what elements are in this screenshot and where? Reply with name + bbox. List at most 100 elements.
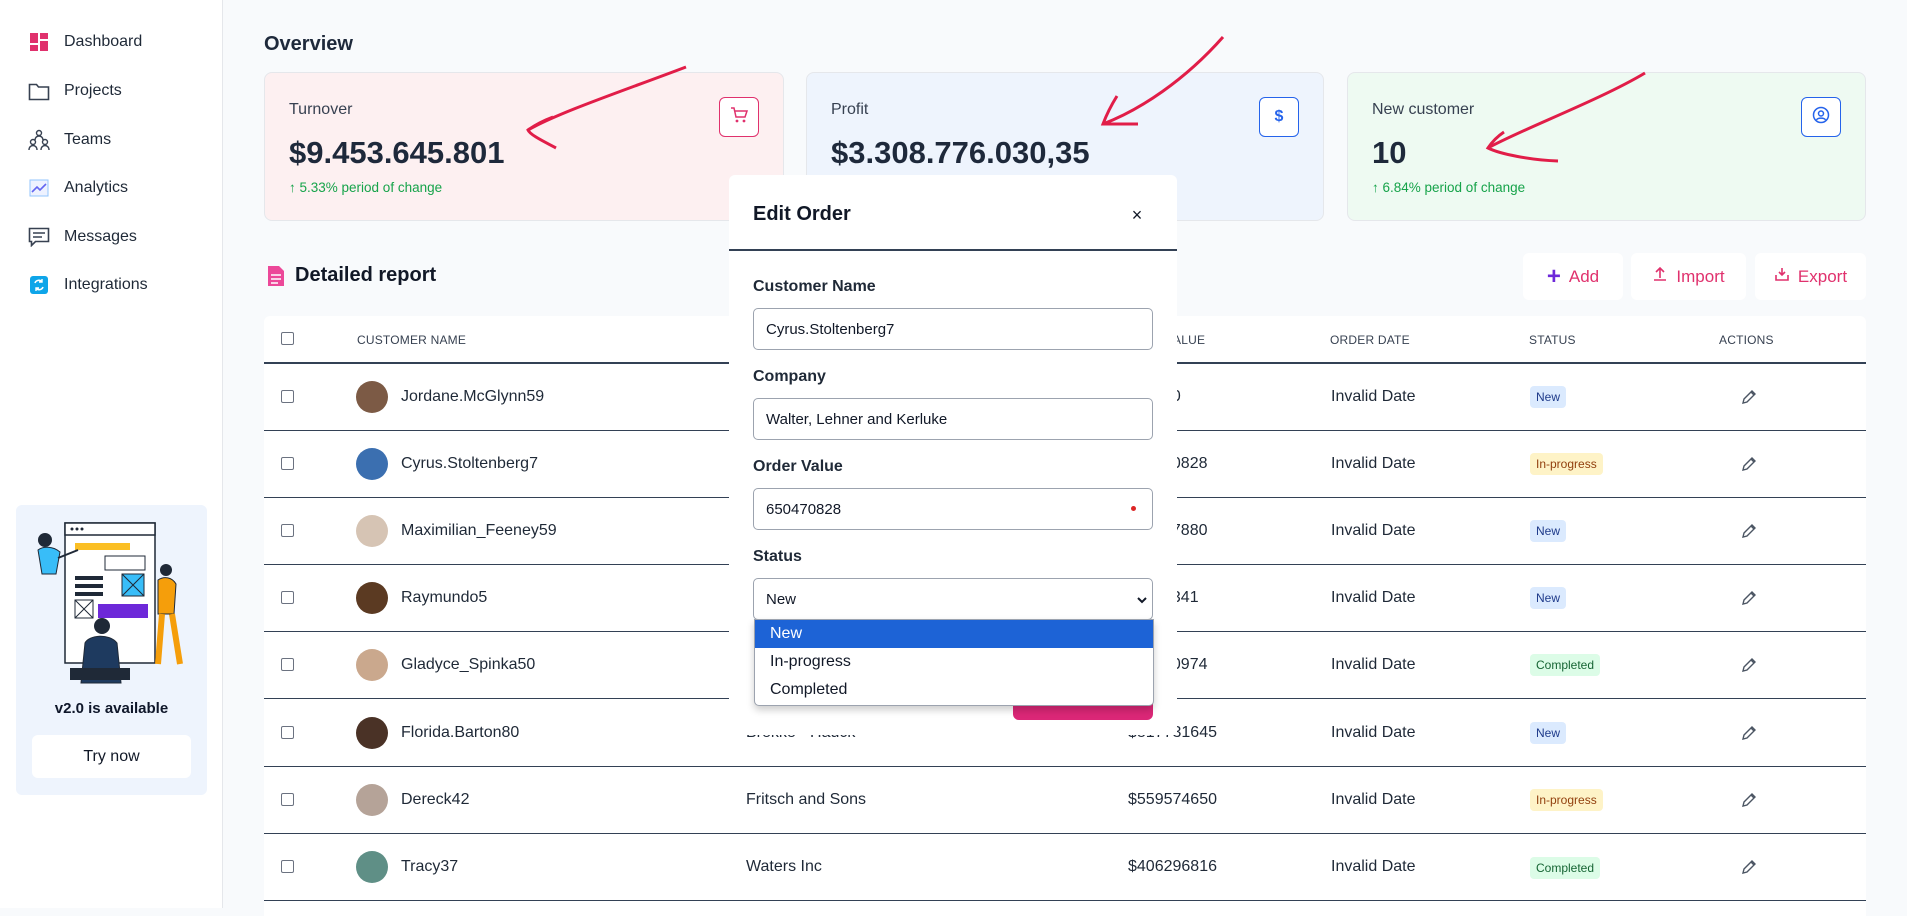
add-label: Add: [1568, 266, 1600, 286]
sidebar-item-label: Integrations: [64, 276, 148, 293]
upload-icon: [1652, 266, 1668, 287]
row-checkbox[interactable]: [281, 726, 294, 739]
customer-name: Jordane.McGlynn59: [401, 388, 545, 405]
avatar: [356, 784, 388, 816]
company-name: Fritsch and Sons: [746, 791, 867, 808]
row-divider: [264, 833, 1866, 834]
company-label: Company: [753, 368, 826, 385]
edit-icon[interactable]: [1740, 522, 1758, 540]
status-badge: In-progress: [1530, 789, 1603, 811]
column-header: ACTIONS: [1719, 333, 1774, 347]
order-date: Invalid Date: [1331, 724, 1416, 741]
status-option-in-progress[interactable]: In-progress: [755, 648, 1153, 676]
column-header: STATUS: [1529, 333, 1576, 347]
customer-name: Florida.Barton80: [401, 724, 520, 741]
company-name: Waters Inc: [746, 858, 822, 875]
export-icon: [1774, 266, 1790, 287]
customer-name-input[interactable]: Cyrus.Stoltenberg7: [753, 308, 1153, 350]
modal-divider: [729, 249, 1177, 251]
order-date: Invalid Date: [1331, 589, 1416, 606]
export-label: Export: [1797, 266, 1848, 286]
edit-icon[interactable]: [1740, 791, 1758, 809]
row-divider: [264, 766, 1866, 767]
customer-name: Maximilian_Feeney59: [401, 522, 557, 539]
customer-name: Tracy37: [401, 858, 459, 875]
required-dot: [1131, 506, 1136, 511]
company-input[interactable]: Walter, Lehner and Kerluke: [753, 398, 1153, 440]
promo-title: v2.0 is available: [54, 700, 169, 717]
order-value-input[interactable]: 650470828: [753, 488, 1153, 530]
status-badge: New: [1530, 722, 1567, 744]
status-badge: Completed: [1530, 654, 1601, 676]
status-option-completed[interactable]: Completed: [755, 676, 1153, 704]
edit-icon[interactable]: [1740, 656, 1758, 674]
row-checkbox[interactable]: [281, 457, 294, 470]
row-checkbox[interactable]: [281, 793, 294, 806]
document-icon: [267, 265, 285, 292]
order-date: Invalid Date: [1331, 791, 1416, 808]
status-badge: New: [1530, 587, 1567, 609]
try-now-button[interactable]: Try now: [32, 735, 191, 778]
row-checkbox[interactable]: [281, 591, 294, 604]
import-button[interactable]: Import: [1631, 253, 1746, 300]
row-checkbox[interactable]: [281, 658, 294, 671]
avatar: [356, 448, 388, 480]
column-header: ALUE: [1173, 333, 1206, 347]
edit-icon[interactable]: [1740, 858, 1758, 876]
sidebar-item-messages[interactable]: Messages: [28, 222, 137, 252]
export-button[interactable]: Export: [1755, 253, 1866, 300]
avatar: [356, 582, 388, 614]
message-icon: [28, 226, 50, 248]
edit-icon[interactable]: [1740, 589, 1758, 607]
row-checkbox[interactable]: [281, 524, 294, 537]
customer-name: Raymundo5: [401, 589, 488, 606]
integrations-icon: [28, 274, 50, 296]
avatar: [356, 851, 388, 883]
order-date: Invalid Date: [1331, 858, 1416, 875]
status-badge: Completed: [1530, 857, 1601, 879]
order-value-text: 650470828: [766, 500, 842, 518]
row-checkbox[interactable]: [281, 390, 294, 403]
row-checkbox[interactable]: [281, 860, 294, 873]
status-option-new[interactable]: New: [755, 620, 1153, 648]
customer-name: Dereck42: [401, 791, 470, 808]
column-header: ORDER DATE: [1330, 333, 1410, 347]
status-badge: In-progress: [1530, 453, 1603, 475]
edit-icon[interactable]: [1740, 724, 1758, 742]
customer-name: Cyrus.Stoltenberg7: [401, 455, 538, 472]
order-value: $559574650: [1128, 791, 1217, 808]
avatar: [356, 381, 388, 413]
sidebar-item-integrations[interactable]: Integrations: [28, 270, 148, 300]
modal-title: Edit Order: [753, 203, 851, 225]
customer-name: Gladyce_Spinka50: [401, 656, 536, 673]
add-button[interactable]: + Add: [1523, 253, 1623, 300]
avatar: [356, 649, 388, 681]
edit-icon[interactable]: [1740, 388, 1758, 406]
close-icon[interactable]: ×: [1119, 197, 1155, 233]
import-label: Import: [1676, 266, 1725, 286]
order-value-label: Order Value: [753, 458, 843, 475]
avatar: [356, 515, 388, 547]
status-dropdown: New In-progress Completed: [754, 619, 1154, 706]
status-badge: New: [1530, 386, 1567, 408]
sidebar-item-label: Messages: [64, 228, 137, 245]
column-header: CUSTOMER NAME: [357, 333, 467, 347]
report-title: Detailed report: [295, 264, 437, 286]
select-all-checkbox[interactable]: [281, 332, 294, 345]
promo-illustration: [30, 518, 195, 688]
customer-name-label: Customer Name: [753, 278, 876, 295]
order-date: Invalid Date: [1331, 388, 1416, 405]
status-label: Status: [753, 548, 802, 565]
order-value: $406296816: [1128, 858, 1217, 875]
row-divider: [264, 900, 1866, 901]
avatar: [356, 717, 388, 749]
chevron-down-icon: [1136, 593, 1148, 610]
status-select[interactable]: New: [753, 578, 1153, 620]
edit-icon[interactable]: [1740, 455, 1758, 473]
status-badge: New: [1530, 520, 1567, 542]
order-date: Invalid Date: [1331, 522, 1416, 539]
annotation-arrows: [526, 36, 1646, 163]
status-select-value: New: [766, 590, 797, 608]
order-date: Invalid Date: [1331, 656, 1416, 673]
plus-icon: +: [1546, 262, 1561, 290]
